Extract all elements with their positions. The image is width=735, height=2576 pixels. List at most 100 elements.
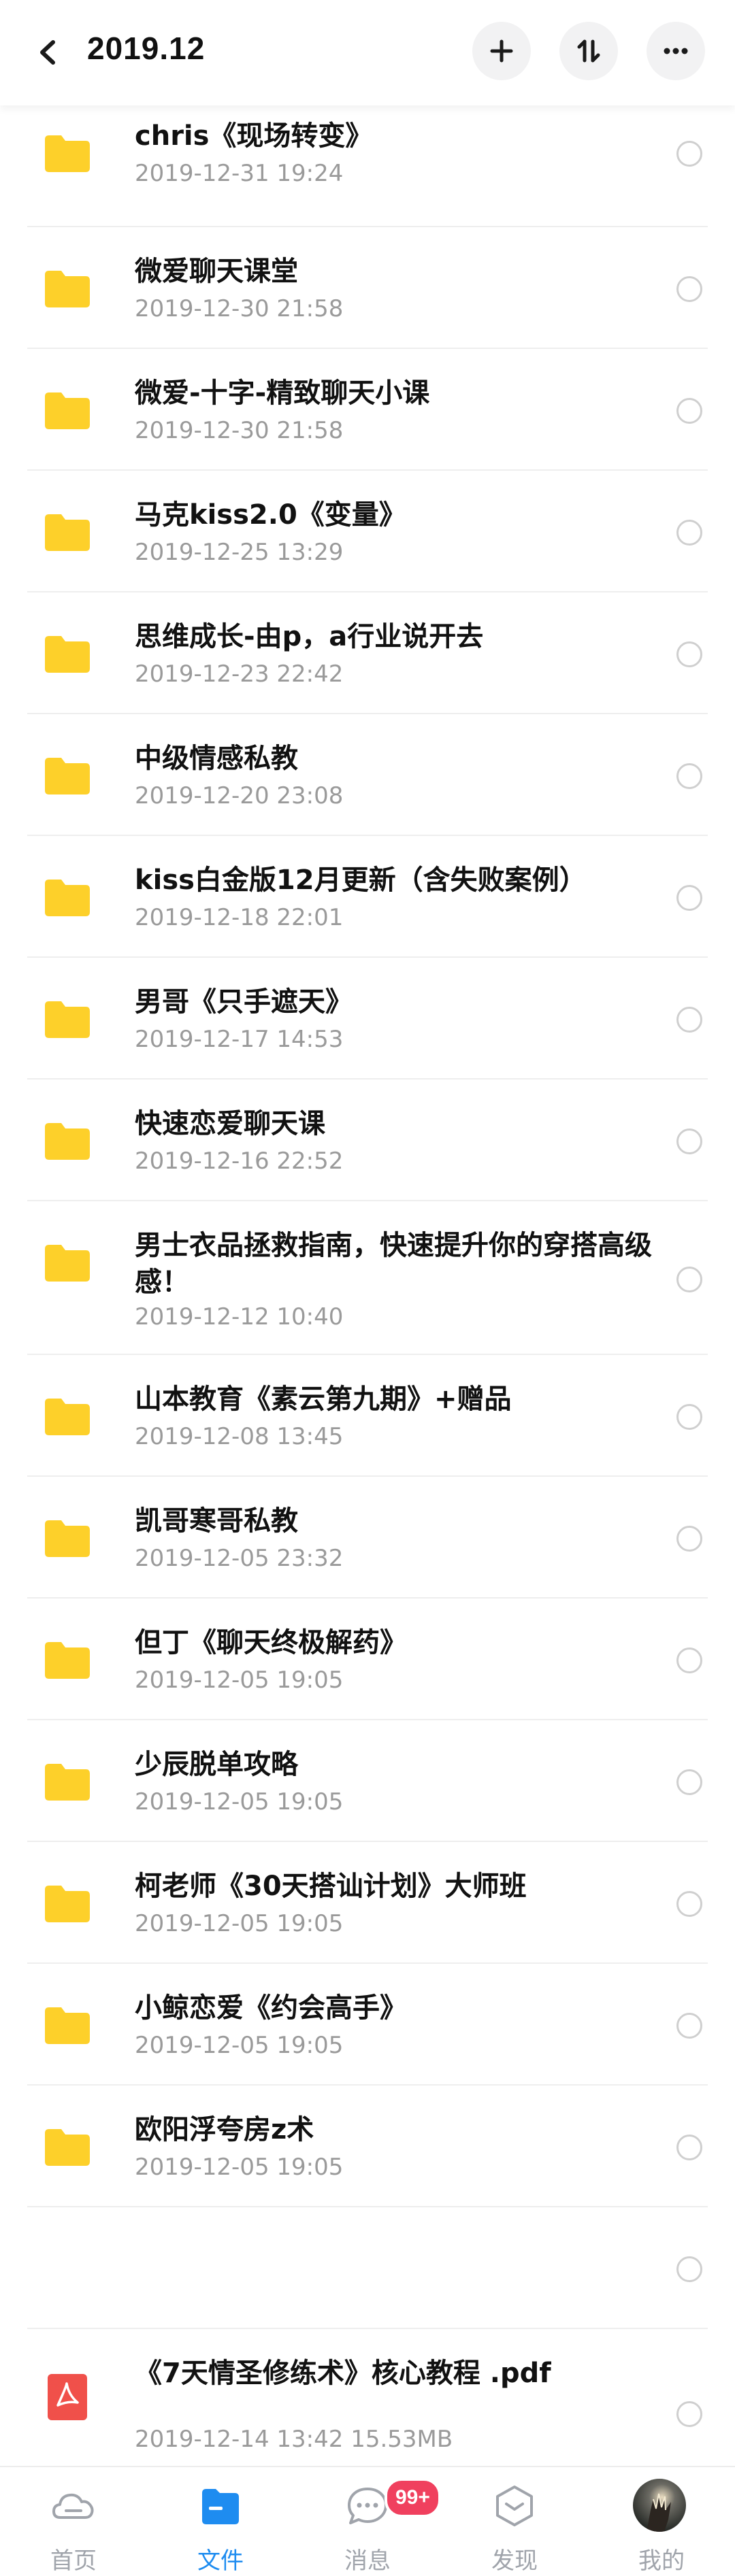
file-name: 小鲸恋爱《约会高手》 xyxy=(135,1992,407,2024)
list-item[interactable]: 男士衣品拯救指南，快速提升你的穿搭高级感！ 2019-12-12 10:40 xyxy=(0,1201,735,1355)
folder-icon xyxy=(45,880,90,916)
select-radio[interactable] xyxy=(676,1647,702,1673)
file-date: 2019-12-31 19:24 xyxy=(135,160,344,187)
folder-icon xyxy=(45,1642,90,1679)
list-item[interactable]: 思维成长-由p，a行业说开去 2019-12-23 22:42 xyxy=(0,592,735,714)
file-name: 《7天情圣修练术》核心教程 .pdf xyxy=(135,2358,551,2389)
select-radio[interactable] xyxy=(676,1404,702,1430)
file-date: 2019-12-16 22:52 xyxy=(135,1148,344,1175)
file-name: 马克kiss2.0《变量》 xyxy=(135,499,406,531)
avatar[interactable] xyxy=(633,2479,686,2532)
list-item[interactable]: 中级情感私教 2019-12-20 23:08 xyxy=(0,714,735,836)
page-title: 2019.12 xyxy=(87,31,206,66)
file-name: 快速恋爱聊天课 xyxy=(135,1108,325,1139)
select-radio[interactable] xyxy=(676,2135,702,2160)
folder-tab-icon xyxy=(198,2483,243,2528)
select-radio[interactable] xyxy=(676,276,702,302)
top-bar: 2019.12 xyxy=(0,0,735,105)
file-name: 欧阳浮夸房z术 xyxy=(135,2114,314,2145)
list-item[interactable]: kiss白金版12月更新（含失败案例） 2019-12-18 22:01 xyxy=(0,836,735,958)
folder-icon xyxy=(45,135,90,172)
file-date: 2019-12-30 21:58 xyxy=(135,417,344,444)
select-radio[interactable] xyxy=(676,1128,702,1154)
tab-files[interactable]: 文件 xyxy=(147,2467,294,2576)
file-date: 2019-12-12 10:40 xyxy=(135,1303,344,1331)
tab-label: 我的 xyxy=(638,2547,685,2575)
file-name: 思维成长-由p，a行业说开去 xyxy=(135,621,484,652)
file-name: 中级情感私教 xyxy=(135,743,298,774)
select-radio[interactable] xyxy=(676,2401,702,2427)
sort-arrows-icon xyxy=(577,39,600,63)
list-item[interactable]: 男哥《只手遮天》 2019-12-17 14:53 xyxy=(0,958,735,1080)
list-item[interactable]: 但丁《聊天终极解药》 2019-12-05 19:05 xyxy=(0,1599,735,1720)
file-date: 2019-12-05 19:05 xyxy=(135,1910,344,1937)
list-item[interactable]: 快速恋爱聊天课 2019-12-16 22:52 xyxy=(0,1080,735,1201)
select-radio[interactable] xyxy=(676,1769,702,1795)
file-date: 2019-12-05 23:32 xyxy=(135,1545,344,1572)
list-item[interactable]: 微爱-十字-精致聊天小课 2019-12-30 21:58 xyxy=(0,349,735,471)
list-item[interactable]: 少辰脱单攻略 2019-12-05 19:05 xyxy=(0,1720,735,1842)
chevron-left-icon xyxy=(40,40,55,65)
tab-discover[interactable]: 发现 xyxy=(441,2467,588,2576)
list-item[interactable] xyxy=(0,2207,735,2329)
select-radio[interactable] xyxy=(676,141,702,167)
folder-icon xyxy=(45,1886,90,1922)
list-item[interactable]: 马克kiss2.0《变量》 2019-12-25 13:29 xyxy=(0,471,735,592)
folder-icon xyxy=(45,1764,90,1801)
file-name: 少辰脱单攻略 xyxy=(135,1749,298,1780)
folder-icon xyxy=(45,1245,90,1282)
more-button[interactable] xyxy=(647,22,705,80)
folder-icon xyxy=(45,636,90,673)
list-item[interactable]: 小鲸恋爱《约会高手》 2019-12-05 19:05 xyxy=(0,1964,735,2086)
select-radio[interactable] xyxy=(676,1526,702,1552)
file-date: 2019-12-17 14:53 xyxy=(135,1026,344,1053)
folder-icon xyxy=(45,271,90,307)
list-item[interactable]: chris《现场转变》 2019-12-31 19:24 xyxy=(0,105,735,227)
select-radio[interactable] xyxy=(676,641,702,667)
select-radio[interactable] xyxy=(676,885,702,911)
folder-icon xyxy=(45,1001,90,1038)
pdf-file-icon xyxy=(48,2374,87,2420)
file-name: chris《现场转变》 xyxy=(135,120,373,152)
tab-label: 文件 xyxy=(197,2547,244,2575)
list-item[interactable]: 柯老师《30天搭讪计划》大师班 2019-12-05 19:05 xyxy=(0,1842,735,1964)
file-date: 2019-12-18 22:01 xyxy=(135,904,344,931)
file-name: 柯老师《30天搭讪计划》大师班 xyxy=(135,1871,527,1902)
select-radio[interactable] xyxy=(676,1267,702,1292)
select-radio[interactable] xyxy=(676,1007,702,1033)
file-date: 2019-12-05 19:05 xyxy=(135,1788,344,1816)
select-radio[interactable] xyxy=(676,763,702,789)
add-button[interactable] xyxy=(472,22,531,80)
sort-button[interactable] xyxy=(559,22,618,80)
folder-icon xyxy=(45,758,90,794)
select-radio[interactable] xyxy=(676,2013,702,2039)
file-date: 2019-12-05 19:05 xyxy=(135,2154,344,2181)
file-date: 2019-12-30 21:58 xyxy=(135,295,344,322)
list-item[interactable]: 《7天情圣修练术》核心教程 .pdf 2019-12-14 13:42 15.5… xyxy=(0,2329,735,2486)
folder-icon xyxy=(45,1399,90,1435)
file-date: 2019-12-08 13:45 xyxy=(135,1423,344,1450)
list-item[interactable]: 山本教育《素云第九期》+赠品 2019-12-08 13:45 xyxy=(0,1355,735,1477)
back-button[interactable] xyxy=(27,27,71,78)
file-name: 男士衣品拯救指南，快速提升你的穿搭高级感！ xyxy=(135,1230,652,1298)
select-radio[interactable] xyxy=(676,2256,702,2282)
folder-icon xyxy=(45,514,90,551)
file-date: 2019-12-20 23:08 xyxy=(135,782,344,809)
select-radio[interactable] xyxy=(676,398,702,424)
list-item[interactable]: 凯哥寒哥私教 2019-12-05 23:32 xyxy=(0,1477,735,1599)
folder-icon xyxy=(45,1520,90,1557)
tab-label: 发现 xyxy=(491,2547,538,2575)
bottom-tab-bar: 首页 文件 消息 发现 我的 xyxy=(0,2466,735,2576)
message-bubble-icon xyxy=(345,2483,390,2528)
select-radio[interactable] xyxy=(676,520,702,546)
file-date: 2019-12-05 19:05 xyxy=(135,1667,344,1694)
file-name: kiss白金版12月更新（含失败案例） xyxy=(135,865,587,896)
list-item[interactable]: 微爱聊天课堂 2019-12-30 21:58 xyxy=(0,227,735,349)
file-name: 但丁《聊天终极解药》 xyxy=(135,1627,407,1658)
file-date: 2019-12-25 13:29 xyxy=(135,539,344,566)
select-radio[interactable] xyxy=(676,1891,702,1917)
tab-home[interactable]: 首页 xyxy=(0,2467,147,2576)
cloud-home-icon xyxy=(51,2483,96,2528)
file-name: 微爱聊天课堂 xyxy=(135,256,298,287)
list-item[interactable]: 欧阳浮夸房z术 2019-12-05 19:05 xyxy=(0,2086,735,2207)
